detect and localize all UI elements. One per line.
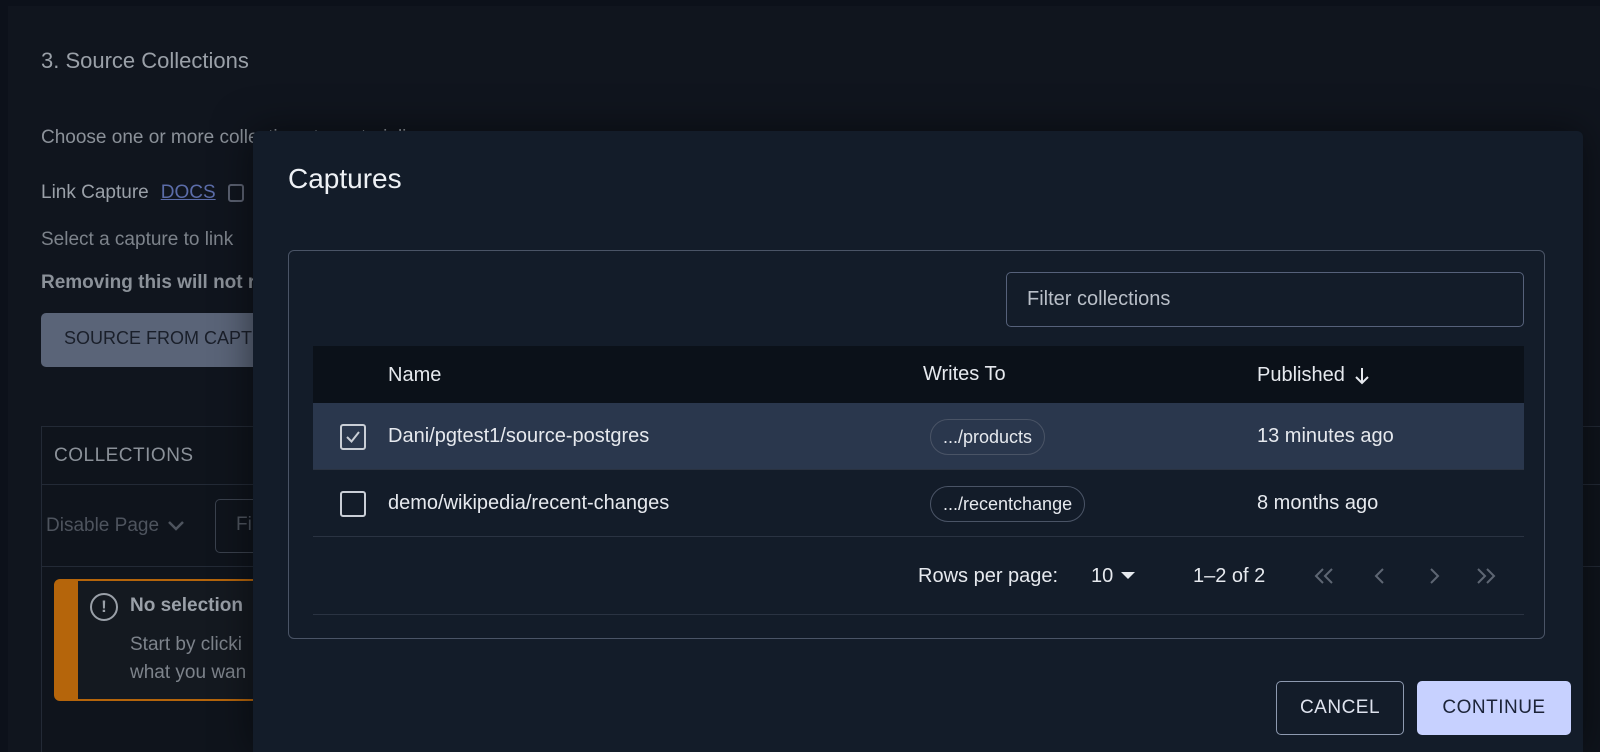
disable-page-label: Disable Page xyxy=(46,514,160,536)
external-link-icon xyxy=(227,184,244,202)
writes-to-chip: .../recentchange xyxy=(930,486,1086,522)
section-title: 3. Source Collections xyxy=(41,48,249,73)
column-header-published-label: Published xyxy=(1257,364,1345,386)
rows-per-page-label: Rows per page: xyxy=(918,565,1059,587)
first-page-button[interactable] xyxy=(1307,559,1341,593)
disable-page-dropdown[interactable]: Disable Page xyxy=(46,515,185,537)
table-pagination: Rows per page: 10 1–2 of 2 xyxy=(313,537,1524,615)
table-header: Name Writes To Published xyxy=(313,346,1524,403)
capture-name: Dani/pgtest1/source-postgres xyxy=(388,425,650,447)
previous-page-button[interactable] xyxy=(1363,559,1397,593)
rows-per-page-select[interactable]: 10 xyxy=(1091,565,1113,588)
last-page-button[interactable] xyxy=(1469,559,1503,593)
chevron-down-icon xyxy=(168,520,184,531)
captures-table: Name Writes To Published Dani/pgtest1/so… xyxy=(313,346,1524,615)
column-header-published[interactable]: Published xyxy=(1257,364,1371,387)
dialog-title: Captures xyxy=(288,163,402,194)
continue-button[interactable]: CONTINUE xyxy=(1417,681,1571,735)
next-page-button[interactable] xyxy=(1417,559,1451,593)
link-capture-row: Link Capture DOCS xyxy=(41,182,244,204)
published-time: 13 minutes ago xyxy=(1257,425,1394,447)
page-range: 1–2 of 2 xyxy=(1193,565,1266,587)
alert-title: No selection xyxy=(130,595,243,616)
alert-body-line: Start by clicki xyxy=(130,634,242,655)
docs-link[interactable]: DOCS xyxy=(161,182,216,204)
double-chevron-right-icon xyxy=(1477,568,1496,584)
table-row[interactable]: demo/wikipedia/recent-changes .../recent… xyxy=(313,470,1524,537)
chevron-right-icon xyxy=(1430,568,1440,584)
writes-to-chip: .../products xyxy=(930,419,1046,455)
removing-warning-text: Removing this will not r xyxy=(41,272,256,293)
alert-body-line: what you wan xyxy=(130,662,247,683)
info-icon: ! xyxy=(90,593,118,621)
caret-down-icon[interactable] xyxy=(1121,572,1135,579)
capture-name: demo/wikipedia/recent-changes xyxy=(388,492,670,514)
table-row[interactable]: Dani/pgtest1/source-postgres .../product… xyxy=(313,403,1524,470)
double-chevron-left-icon xyxy=(1314,568,1333,584)
captures-table-panel: Name Writes To Published Dani/pgtest1/so… xyxy=(288,250,1545,639)
captures-dialog: Captures Name Writes To Published Dani/p… xyxy=(253,131,1583,752)
column-header-writes-to: Writes To xyxy=(923,363,1006,385)
arrow-down-icon xyxy=(1355,367,1369,384)
column-header-name[interactable]: Name xyxy=(388,364,441,387)
chevron-left-icon xyxy=(1374,568,1384,584)
link-capture-label: Link Capture xyxy=(41,182,149,203)
row-checkbox[interactable] xyxy=(340,491,366,517)
source-from-capture-button[interactable]: SOURCE FROM CAPTURE xyxy=(41,313,281,367)
row-checkbox[interactable] xyxy=(340,424,366,450)
checkmark-icon xyxy=(346,431,360,444)
select-capture-text: Select a capture to link xyxy=(41,229,234,250)
alert-body: Start by clicki what you wan xyxy=(130,631,246,687)
filter-collections-input[interactable] xyxy=(1006,272,1524,327)
cancel-button[interactable]: CANCEL xyxy=(1276,681,1404,735)
published-time: 8 months ago xyxy=(1257,492,1379,514)
